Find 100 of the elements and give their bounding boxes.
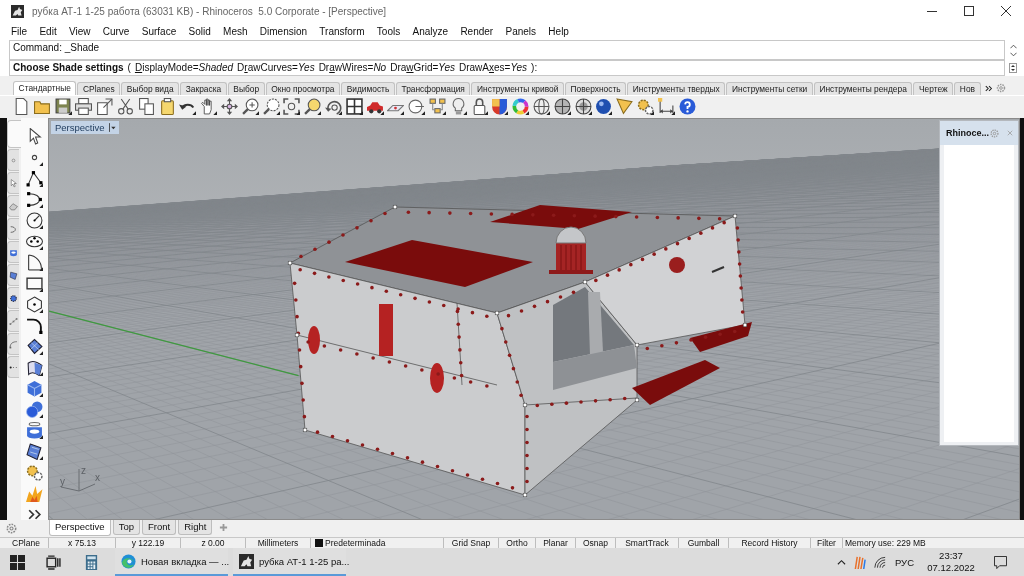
overflow-chevron-icon[interactable] — [984, 85, 993, 92]
points-icon[interactable] — [428, 97, 446, 115]
menu-item[interactable]: Edit — [39, 25, 57, 37]
status-pane[interactable]: Planar — [543, 538, 568, 548]
zoom-window-icon[interactable] — [262, 97, 280, 115]
circle-icon[interactable] — [26, 212, 43, 229]
hand-icon[interactable] — [200, 97, 218, 115]
toolbar-tab[interactable]: Закраска — [180, 82, 227, 95]
curve-icon[interactable] — [26, 191, 43, 208]
gears-icon[interactable] — [636, 97, 654, 115]
toolbar-tab[interactable]: Видимость — [341, 82, 395, 95]
viewport-tab[interactable]: Top — [112, 520, 140, 535]
maximize-icon[interactable] — [963, 6, 974, 16]
start-icon[interactable] — [9, 554, 25, 570]
toolbar-tab[interactable]: Окно просмотра — [265, 82, 341, 95]
spinner-icon[interactable] — [1009, 63, 1017, 73]
toolbar-tab[interactable]: Трансформация — [395, 82, 471, 95]
cut-icon[interactable] — [117, 97, 134, 115]
zoom-selected-icon[interactable] — [304, 97, 322, 115]
scroll-down-icon[interactable] — [1009, 51, 1017, 57]
status-pane[interactable]: Millimeters — [257, 538, 299, 548]
sidebar-tab[interactable] — [7, 241, 19, 263]
toolbar-tab[interactable]: Инструменты кривой — [471, 82, 564, 95]
language-indicator[interactable]: РУС — [894, 556, 914, 568]
menu-item[interactable]: Help — [548, 25, 569, 37]
close-icon[interactable] — [1000, 6, 1011, 16]
toolbar-tab[interactable]: Поверхность — [564, 82, 627, 95]
wire-sphere-icon[interactable] — [532, 97, 550, 115]
move-arrows-icon[interactable] — [220, 97, 238, 115]
toolbar-tab[interactable]: CPlanes — [77, 82, 121, 95]
clock-date[interactable]: 07.12.2022 — [927, 562, 975, 574]
zoom-extents-icon[interactable] — [283, 97, 301, 115]
speech-bubble-icon[interactable] — [994, 555, 1007, 569]
viewport-tab[interactable]: Right — [178, 520, 213, 535]
toolbar-tab[interactable]: Стандартные — [13, 81, 77, 95]
status-pane[interactable]: SmartTrack — [625, 538, 669, 548]
menu-item[interactable]: Transform — [319, 25, 365, 37]
curved-surface-icon[interactable] — [26, 359, 43, 376]
menu-item[interactable]: Mesh — [223, 25, 248, 37]
polyline-icon[interactable] — [26, 170, 43, 187]
wifi-icon[interactable] — [873, 555, 886, 569]
toolbar-tab[interactable]: Выбор вида — [121, 82, 180, 95]
ghosted-sphere-icon[interactable] — [574, 97, 592, 115]
toolbar-tab[interactable]: Инструменты рендера — [813, 82, 913, 95]
arc-icon[interactable] — [26, 254, 43, 271]
copy-icon[interactable] — [137, 97, 155, 115]
menu-item[interactable]: Panels — [505, 25, 537, 37]
new-document-icon[interactable] — [13, 97, 30, 115]
clock-time[interactable]: 23:37 — [939, 550, 963, 562]
viewport-tab[interactable]: Perspective — [49, 520, 111, 536]
print-icon[interactable] — [75, 97, 93, 115]
sidebar-tab[interactable] — [7, 287, 19, 309]
menu-item[interactable]: Render — [460, 25, 494, 37]
stripes-icon[interactable] — [853, 555, 866, 569]
menu-item[interactable]: Surface — [141, 25, 177, 37]
document-arrow-icon[interactable] — [96, 97, 114, 115]
color-wheel-icon[interactable] — [512, 97, 530, 115]
box-icon[interactable] — [26, 380, 43, 397]
cylinder-icon[interactable] — [26, 422, 43, 439]
viewport-title[interactable]: Perspective — [51, 121, 119, 134]
toolbar-tab[interactable]: Чертеж — [913, 82, 954, 95]
status-pane[interactable]: Record History — [741, 538, 798, 548]
calculator-icon[interactable] — [83, 554, 99, 570]
four-viewports-icon[interactable] — [345, 97, 363, 115]
status-pane[interactable]: Gumball — [687, 538, 720, 548]
sidebar-tab[interactable] — [7, 264, 19, 286]
dimension-icon[interactable] — [657, 97, 675, 115]
zoom-icon[interactable] — [241, 97, 259, 115]
menu-item[interactable]: Curve — [102, 25, 130, 37]
twisted-surface-icon[interactable] — [26, 443, 43, 460]
menu-item[interactable]: Solid — [188, 25, 211, 37]
menu-item[interactable]: Dimension — [259, 25, 308, 37]
status-pane[interactable]: Grid Snap — [451, 538, 491, 548]
gear-icon[interactable] — [6, 523, 17, 534]
shaded-sphere-icon[interactable] — [553, 97, 571, 115]
viewport-tab[interactable]: Front — [141, 520, 177, 535]
status-pane[interactable]: Osnap — [582, 538, 608, 548]
rectangle-icon[interactable] — [26, 275, 43, 292]
point-surface-icon[interactable] — [26, 338, 43, 355]
fillet-curve-icon[interactable] — [26, 317, 43, 334]
layer-swatch-icon[interactable] — [315, 539, 323, 547]
toolbar-tab[interactable]: Инструменты твердых — [627, 82, 726, 95]
perspective-viewport[interactable]: Perspective z y x Rhinoce... — [48, 118, 1020, 520]
menu-item[interactable]: Tools — [376, 25, 401, 37]
rendered-sphere-icon[interactable] — [595, 97, 613, 115]
spotlight-icon[interactable] — [616, 97, 634, 115]
menu-item[interactable]: View — [68, 25, 91, 37]
menu-item[interactable]: Analyze — [412, 25, 449, 37]
polygon-icon[interactable] — [26, 296, 43, 313]
spheres-icon[interactable] — [26, 401, 43, 418]
status-pane[interactable]: Ortho — [506, 538, 528, 548]
paste-icon[interactable] — [158, 97, 176, 115]
gears-icon[interactable] — [26, 464, 43, 481]
toolbar-tab[interactable]: Выбор — [227, 82, 265, 95]
save-icon[interactable] — [54, 97, 72, 115]
shield-icon[interactable] — [491, 97, 509, 115]
status-pane[interactable]: Predeterminada — [325, 538, 386, 548]
toolbar-tab[interactable]: Инструменты сетки — [726, 82, 813, 95]
chevron-up-icon[interactable] — [836, 559, 846, 565]
starburst-icon[interactable] — [26, 485, 43, 502]
